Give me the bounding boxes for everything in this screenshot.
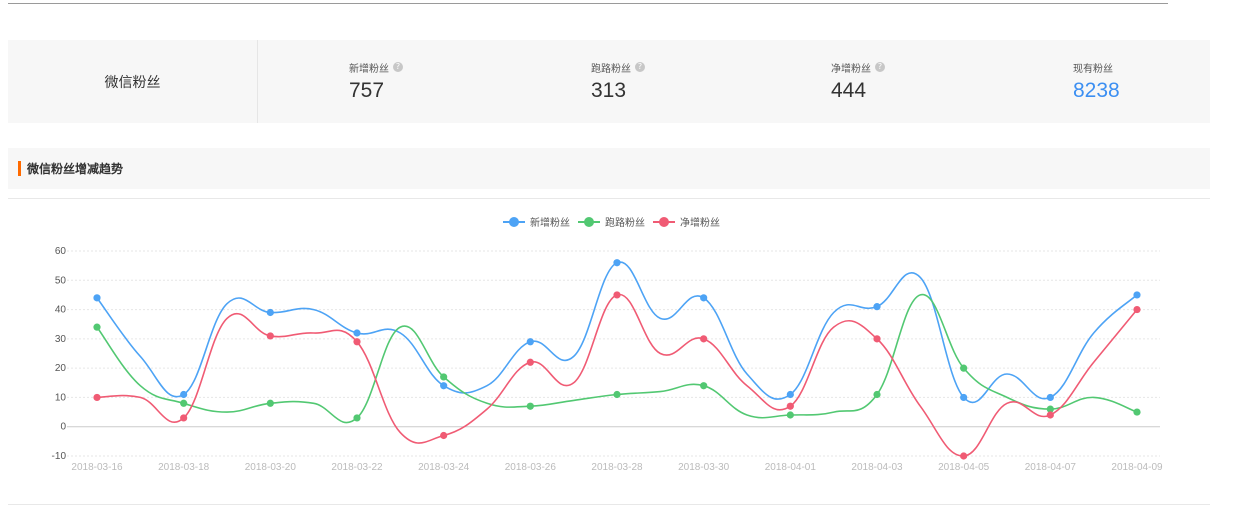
data-point — [1133, 291, 1141, 299]
x-tick-label: 2018-04-03 — [851, 462, 903, 473]
x-tick-label: 2018-03-20 — [245, 462, 297, 473]
data-point — [873, 390, 881, 399]
data-point — [1133, 408, 1141, 416]
y-tick-label: 20 — [55, 363, 67, 374]
data-point — [353, 329, 361, 337]
x-tick-label: 2018-03-22 — [331, 462, 383, 473]
data-point — [960, 364, 968, 372]
x-tick-label: 2018-04-01 — [765, 462, 817, 473]
x-tick-label: 2018-03-24 — [418, 462, 470, 473]
series-line — [96, 294, 1138, 424]
y-tick-label: 40 — [55, 305, 67, 316]
data-point — [700, 335, 708, 343]
data-point — [613, 390, 621, 399]
data-point — [526, 338, 534, 346]
data-point — [613, 291, 621, 299]
data-point — [93, 294, 101, 302]
series-line — [96, 294, 1138, 457]
x-tick-label: 2018-03-26 — [505, 462, 557, 473]
x-tick-label: 2018-03-28 — [591, 462, 643, 473]
data-point — [180, 399, 188, 407]
data-point — [786, 402, 794, 410]
x-tick-label: 2018-03-16 — [71, 462, 123, 473]
x-tick-label: 2018-04-09 — [1111, 462, 1163, 473]
series-line — [96, 261, 1138, 404]
data-point — [873, 335, 881, 343]
data-point — [873, 303, 881, 311]
data-point — [960, 452, 968, 460]
data-point — [440, 382, 448, 390]
data-point — [180, 390, 188, 399]
fans-trend-chart: 60 50 40 30 20 10 0 -10 2018-03-16 2018-03-18 2018… — [52, 246, 1163, 473]
data-point — [93, 323, 101, 331]
data-point — [440, 373, 448, 381]
data-point — [353, 414, 361, 422]
y-tick-label: 30 — [55, 334, 67, 345]
data-point — [266, 399, 274, 407]
data-point — [266, 308, 274, 317]
data-point — [93, 393, 101, 402]
x-tick-label: 2018-03-30 — [678, 462, 730, 473]
data-point — [526, 402, 534, 410]
y-tick-label: 60 — [55, 246, 67, 257]
data-point — [700, 294, 708, 302]
data-point — [613, 259, 621, 267]
data-point — [1133, 305, 1141, 314]
data-point — [180, 414, 188, 422]
data-point — [786, 390, 794, 399]
x-tick-label: 2018-04-07 — [1025, 462, 1077, 473]
x-tick-label: 2018-04-05 — [938, 462, 990, 473]
y-tick-label: 0 — [60, 422, 66, 433]
data-point — [786, 411, 794, 419]
x-tick-label: 2018-03-18 — [158, 462, 210, 473]
y-tick-label: -10 — [52, 451, 67, 462]
data-point — [960, 393, 968, 402]
y-tick-label: 10 — [55, 392, 67, 403]
data-point — [526, 358, 534, 366]
data-point — [700, 382, 708, 390]
data-point — [266, 332, 274, 340]
data-point — [353, 338, 361, 346]
data-point — [440, 431, 448, 440]
y-tick-label: 50 — [55, 275, 67, 286]
data-point — [1046, 411, 1054, 419]
data-point — [1046, 393, 1054, 402]
